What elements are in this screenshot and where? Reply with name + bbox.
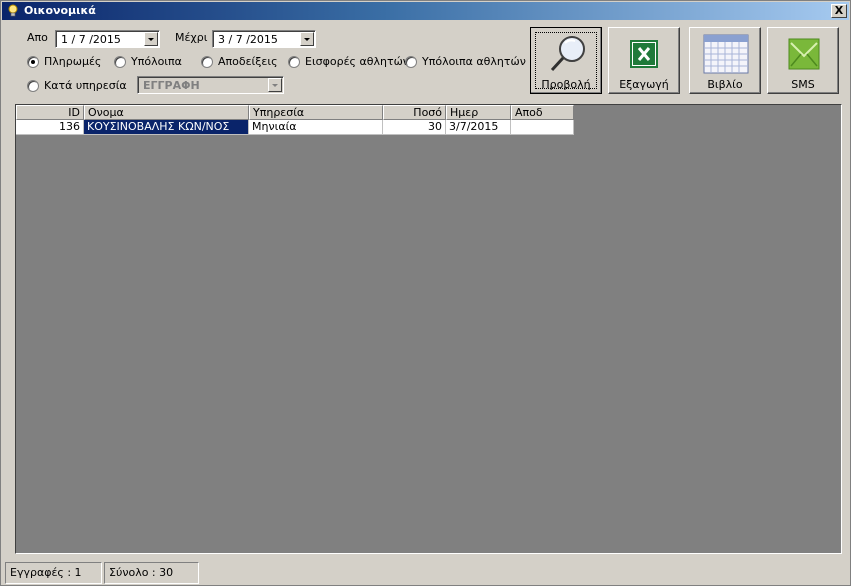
view-button[interactable]: Προβολή xyxy=(530,27,602,94)
column-header-amount[interactable]: Ποσό xyxy=(383,105,446,120)
to-date-dropdown-icon[interactable] xyxy=(300,32,314,46)
radio-receipts-dot[interactable] xyxy=(201,56,213,68)
to-date-picker[interactable]: 3 / 7 /2015 xyxy=(212,30,316,48)
from-label: Απο xyxy=(27,31,48,44)
column-header-service[interactable]: Υπηρεσία xyxy=(249,105,383,120)
table-cell-name[interactable]: ΚΟΥΣΙΝΟΒΑΛΗΣ ΚΩΝ/ΝΟΣ xyxy=(84,120,249,135)
finance-window: Οικονομικά X Απο 1 / 7 /2015 Μέχρι 3 / 7… xyxy=(0,0,851,586)
title-bar[interactable]: Οικονομικά X xyxy=(2,2,849,20)
from-date-picker[interactable]: 1 / 7 /2015 xyxy=(55,30,160,48)
radio-payments-label: Πληρωμές xyxy=(44,55,102,68)
service-select: ΕΓΓΡΑΦΗ xyxy=(137,76,284,94)
column-header-date[interactable]: Ημερ xyxy=(446,105,511,120)
service-select-dropdown-icon xyxy=(268,78,282,92)
from-date-value: 1 / 7 /2015 xyxy=(61,33,121,46)
table-cell-id[interactable]: 136 xyxy=(16,120,84,135)
radio-athlete-contributions-dot[interactable] xyxy=(288,56,300,68)
book-button[interactable]: Βιβλίο xyxy=(689,27,761,94)
export-button[interactable]: Εξαγωγή xyxy=(608,27,680,94)
close-button[interactable]: X xyxy=(831,4,847,18)
from-date-dropdown-icon[interactable] xyxy=(144,32,158,46)
radio-by-service-dot[interactable] xyxy=(27,80,39,92)
status-records: Εγγραφές : 1 xyxy=(5,562,102,584)
to-label: Μέχρι xyxy=(175,31,208,44)
radio-athlete-balances-label: Υπόλοιπα αθλητών xyxy=(422,55,526,68)
lightbulb-icon xyxy=(8,4,18,18)
radio-receipts-label: Αποδείξεις xyxy=(218,55,278,68)
column-header-name[interactable]: Ονομα xyxy=(84,105,249,120)
view-button-label: Προβολή xyxy=(541,78,591,91)
table-cell-date[interactable]: 3/7/2015 xyxy=(446,120,511,135)
window-title: Οικονομικά xyxy=(24,4,96,17)
radio-athlete-balances-dot[interactable] xyxy=(405,56,417,68)
magnifier-icon xyxy=(550,36,585,72)
column-header-receipt[interactable]: Αποδ xyxy=(511,105,574,120)
table-cell-service[interactable]: Μηνιαία xyxy=(249,120,383,135)
to-date-value: 3 / 7 /2015 xyxy=(218,33,278,46)
radio-athlete-contributions-label: Εισφορές αθλητών xyxy=(305,55,409,68)
radio-balances-label: Υπόλοιπα xyxy=(131,55,182,68)
radio-payments-dot[interactable] xyxy=(27,56,39,68)
excel-icon xyxy=(630,40,658,68)
book-button-label: Βιβλίο xyxy=(707,78,743,91)
radio-by-service-label: Κατά υπηρεσία xyxy=(44,79,127,92)
status-total: Σύνολο : 30 xyxy=(104,562,199,584)
column-header-id[interactable]: ID xyxy=(16,105,84,120)
radio-balances-dot[interactable] xyxy=(114,56,126,68)
results-grid[interactable]: ID Ονομα Υπηρεσία Ποσό Ημερ Αποδ 136 ΚΟΥ… xyxy=(15,104,842,554)
table-cell-receipt[interactable] xyxy=(511,120,574,135)
sms-button[interactable]: SMS xyxy=(767,27,839,94)
sms-button-label: SMS xyxy=(791,78,815,91)
service-select-value: ΕΓΓΡΑΦΗ xyxy=(143,79,200,92)
calendar-book-icon xyxy=(703,34,749,74)
table-cell-amount[interactable]: 30 xyxy=(383,120,446,135)
envelope-icon xyxy=(788,38,820,70)
export-button-label: Εξαγωγή xyxy=(619,78,669,91)
